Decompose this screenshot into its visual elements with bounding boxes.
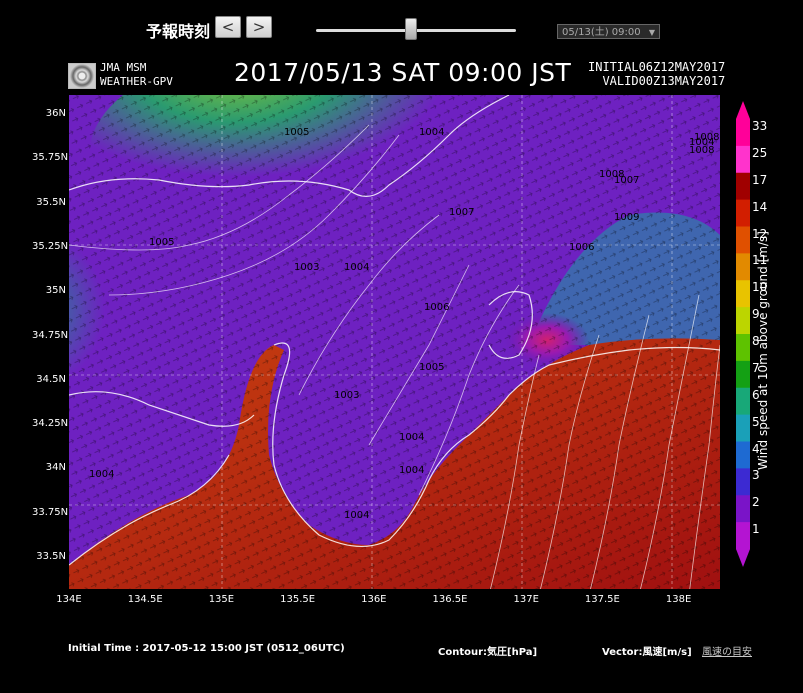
colorbar-bottom-arrow	[736, 549, 750, 567]
lon-tick: 138E	[665, 594, 692, 605]
isobar-label: 1003	[294, 262, 319, 273]
lon-tick: 134E	[56, 594, 82, 605]
colorbar-swatch	[736, 280, 750, 308]
isobar-label: 1005	[284, 127, 309, 138]
next-time-button[interactable]: >	[246, 16, 272, 38]
isobar-label: 1004	[89, 469, 114, 480]
toolbar: 予報時刻 < > 05/13(土) 09:00 ▼	[0, 0, 803, 44]
colorbar-tick-label: 25	[752, 145, 768, 160]
colorbar-tick-label: 33	[752, 119, 768, 133]
isobar-label: 1004	[344, 510, 369, 521]
weather-map: 1005 1004 1004 1005 1003 1004 1006 1005 1003 1004…	[69, 95, 720, 589]
time-select[interactable]: 05/13(土) 09:00 ▼	[557, 24, 660, 39]
isobar-label: 1008	[694, 132, 719, 143]
isobar-label: 1009	[614, 212, 639, 223]
lon-tick: 136.5E	[432, 594, 468, 605]
valid-time-utc: VALID00Z13MAY2017	[602, 74, 726, 88]
colorbar-swatch	[736, 172, 750, 201]
colorbar-swatch	[736, 253, 750, 281]
valid-time-title: 2017/05/13 SAT 09:00 JST	[234, 58, 572, 87]
contour-legend: Contour:気圧[hPa]	[438, 647, 538, 658]
colorbar-swatch	[736, 334, 750, 362]
lat-tick: 33.75N	[32, 506, 69, 518]
run-info: INITIAL06Z12MAY2017 VALID00Z13MAY2017	[588, 60, 725, 88]
colorbar-swatch	[736, 441, 750, 469]
lat-tick: 34N	[45, 462, 66, 474]
colorbar-tick-label: 2	[752, 495, 760, 510]
initial-time-footer: Initial Time : 2017-05-12 15:00 JST (051…	[68, 643, 345, 654]
lon-tick: 135E	[208, 594, 235, 605]
isobar-label: 1006	[569, 242, 594, 253]
colorbar-top-arrow	[736, 101, 750, 119]
colorbar-swatch	[736, 414, 750, 442]
colorbar-swatch	[736, 387, 750, 416]
lon-tick: 135.5E	[280, 594, 316, 605]
wind-guide-link[interactable]: 風速の目安	[702, 643, 752, 658]
lat-tick: 36N	[45, 108, 66, 119]
lat-tick: 35.25N	[32, 240, 69, 252]
colorbar-swatch	[736, 307, 750, 335]
colorbar-title: Wind speed at 10m above ground [m/s]	[756, 231, 770, 470]
chevron-down-icon: ▼	[648, 28, 655, 37]
colorbar-swatch	[736, 522, 750, 550]
jma-logo	[68, 63, 96, 89]
lat-tick: 35N	[45, 285, 66, 297]
colorbar-swatch	[736, 226, 750, 254]
time-slider-thumb[interactable]	[405, 18, 417, 40]
colorbar-tick-label: 3	[752, 468, 760, 483]
lat-tick: 34.25N	[32, 418, 69, 430]
model-name: JMA MSM WEATHER-GPV	[100, 61, 173, 89]
isobar-label: 1003	[334, 390, 359, 401]
initial-time-utc: INITIAL06Z12MAY2017	[588, 60, 726, 74]
colorbar-tick-label: 1	[752, 522, 760, 537]
colorbar-tick-label: 17	[752, 172, 768, 187]
colorbar-swatch	[736, 119, 750, 147]
model-line-1: JMA MSM	[100, 61, 147, 74]
lat-tick: 34.75N	[32, 329, 69, 341]
lat-tick: 35.5N	[36, 196, 66, 208]
lon-tick: 137E	[513, 594, 539, 605]
wind-speed-colorbar	[736, 101, 750, 567]
isobar-label: 1007	[614, 175, 639, 186]
selected-time: 05/13(土) 09:00	[562, 27, 641, 38]
lon-tick: 134.5E	[127, 594, 163, 605]
colorbar-swatch	[736, 495, 750, 523]
isobar-label: 1008	[689, 145, 714, 156]
forecast-time-label: 予報時刻	[146, 22, 211, 41]
lat-tick: 33.5N	[36, 551, 66, 562]
isobar-label: 1004	[419, 127, 444, 138]
isobar-label: 1004	[399, 432, 424, 443]
prev-time-button[interactable]: <	[215, 16, 241, 38]
lon-tick: 136E	[361, 594, 387, 605]
colorbar-swatch	[736, 145, 750, 174]
isobar-label: 1004	[399, 465, 424, 476]
isobar-label: 1005	[419, 362, 444, 373]
vector-legend: Vector:風速[m/s]	[602, 647, 692, 658]
lat-tick: 34.5N	[36, 373, 66, 385]
lon-tick: 137.5E	[584, 594, 620, 605]
colorbar-swatch	[736, 360, 750, 389]
model-line-2: WEATHER-GPV	[100, 75, 173, 88]
isobar-label: 1007	[449, 207, 474, 218]
lat-tick: 35.75N	[32, 152, 69, 164]
isobar-label: 1004	[344, 262, 369, 273]
wind-map-svg: 1005 1004 1004 1005 1003 1004 1006 1005 1003 1004…	[69, 95, 720, 589]
colorbar-swatch	[736, 199, 750, 227]
isobar-label: 1005	[149, 237, 174, 248]
isobar-label: 1006	[424, 302, 449, 313]
colorbar-tick-label: 14	[752, 199, 768, 214]
colorbar-swatch	[736, 468, 750, 496]
